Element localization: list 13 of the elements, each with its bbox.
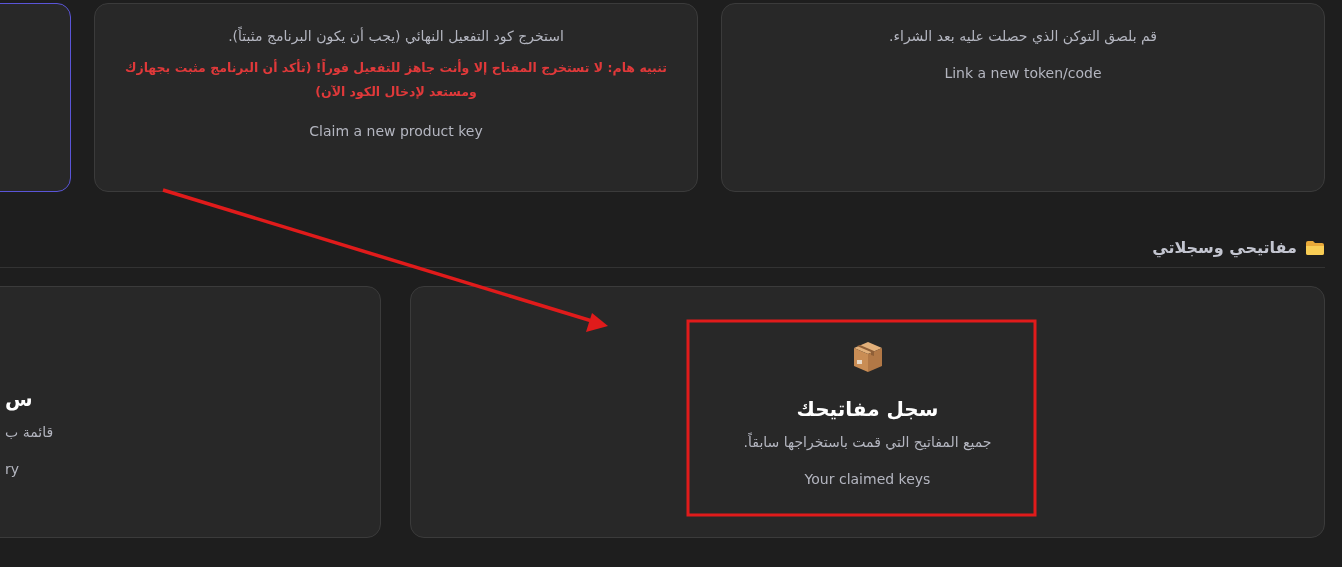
card-description: جميع المفاتيح التي قمت باستخراجها سابقاً. bbox=[743, 432, 992, 452]
card-subtitle: Your claimed keys bbox=[804, 470, 931, 489]
section-title: مفاتيحي وسجلاتي bbox=[1152, 238, 1297, 257]
warning-text: تنبيه هام: لا تستخرج المفتاح إلا وأنت جاهز للتفعيل فوراً! (تأكد أن البرنامج مثبت بجهازك ومستعد لإدخال الكود الآن) bbox=[125, 58, 667, 101]
card-description: قائمة ب bbox=[5, 423, 54, 442]
card-subtitle: Claim a new product key bbox=[309, 122, 483, 141]
folder-icon bbox=[1305, 239, 1325, 256]
card-description: قم بلصق التوكن الذي حصلت عليه بعد الشراء. bbox=[888, 27, 1158, 46]
card-title: سجل مفاتيحك bbox=[796, 396, 939, 422]
card-subtitle: Link a new token/code bbox=[944, 64, 1102, 83]
card-title: س bbox=[5, 386, 33, 412]
card-description: استخرج كود التفعيل النهائي (يجب أن يكون البرنامج مثبتاً). bbox=[228, 26, 564, 46]
card-subtitle: ry bbox=[5, 460, 20, 479]
